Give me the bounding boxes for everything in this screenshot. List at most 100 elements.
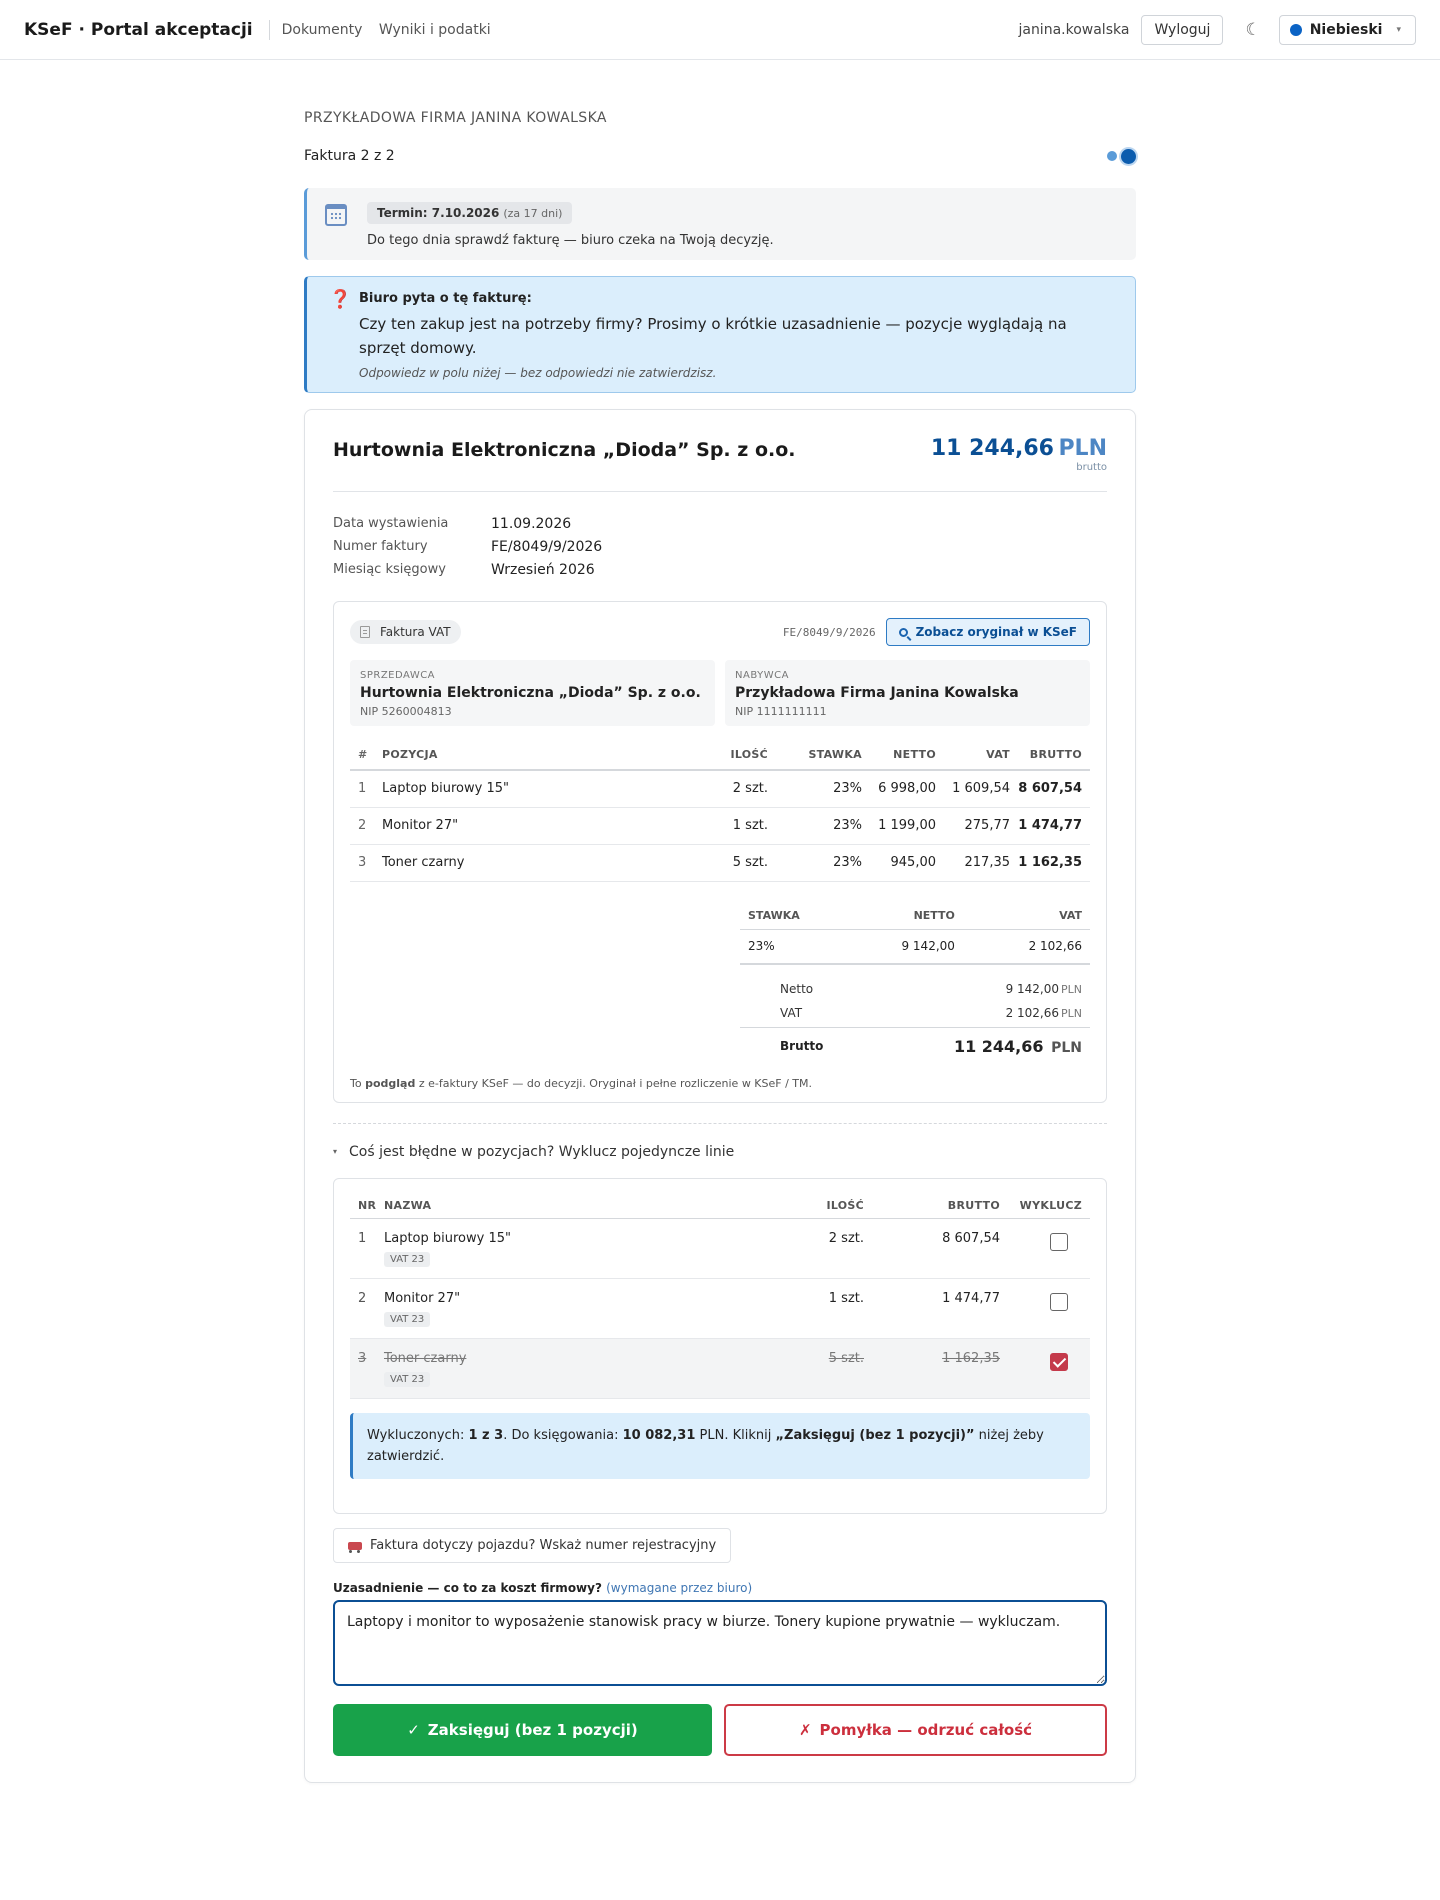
exclude-lines-toggle[interactable]: ▾ Coś jest błędne w pozycjach? Wyklucz p… [333, 1144, 1107, 1160]
table-row: 1 Laptop biurowy 15" 2 szt. 23% 6 998,00… [350, 770, 1090, 808]
view-original-ksef-button[interactable]: Zobacz oryginał w KSeF [885, 618, 1090, 646]
reject-button[interactable]: ✗ Pomyłka — odrzuć całość [724, 1704, 1107, 1756]
app-brand[interactable]: KSeF · Portal akceptacji [24, 19, 270, 40]
main-content: PRZYKŁADOWA FIRMA JANINA KOWALSKA Faktur… [304, 60, 1136, 1783]
office-question: ❓ Biuro pyta o tę fakturę: Czy ten zakup… [304, 276, 1136, 393]
amount-label: brutto [1076, 462, 1107, 473]
pager-dot-2-active[interactable] [1121, 148, 1136, 164]
meta-value: Wrzesień 2026 [491, 561, 595, 578]
invoice-counter: Faktura 2 z 2 [304, 148, 395, 164]
pager-dot-1[interactable] [1107, 151, 1117, 161]
question-mark-icon: ❓ [329, 289, 352, 310]
cross-icon: ✗ [798, 1721, 812, 1739]
exclude-checkbox[interactable] [1050, 1293, 1068, 1311]
cell-net: 1 199,00 [862, 807, 936, 845]
cell-name: Monitor 27" [382, 807, 698, 845]
logout-button[interactable]: Wyloguj [1141, 14, 1224, 45]
cell-vat: 275,77 [936, 807, 1010, 845]
invoice-meta: Data wystawienia 11.09.2026 Numer faktur… [333, 512, 1107, 581]
cell-vat: 1 609,54 [936, 770, 1010, 808]
cell-rate: 23% [768, 844, 862, 882]
cell-qty: 5 szt. [698, 844, 768, 882]
exclude-checkbox-checked[interactable] [1050, 1353, 1068, 1371]
exclusion-summary: Wykluczonych: 1 z 3. Do księgowania: 10 … [350, 1413, 1090, 1479]
cell-name: Toner czarny [384, 1351, 467, 1366]
amount-currency: PLN [1058, 436, 1107, 461]
invoice-card: Hurtownia Elektroniczna „Dioda” Sp. z o.… [304, 409, 1136, 1783]
truck-icon [348, 1541, 362, 1553]
total-netto: Netto 9 142,00 PLN [780, 981, 1082, 996]
cell-name: Laptop biurowy 15" [384, 1231, 511, 1246]
calendar-icon [325, 204, 347, 226]
seller-title: Hurtownia Elektroniczna „Dioda” Sp. z o.… [333, 439, 796, 461]
username: janina.kowalska [1018, 21, 1130, 38]
cell-vat: 217,35 [936, 844, 1010, 882]
cell-net: 9 142,00 [842, 929, 985, 965]
table-row: 1 Laptop biurowy 15" VAT 23 2 szt. 8 607,… [350, 1218, 1090, 1279]
col-header: BRUTTO [864, 1192, 1000, 1219]
vat-pill: VAT 23 [384, 1312, 431, 1327]
cell-gross: 1 474,77 [864, 1278, 1000, 1339]
nav-dokumenty[interactable]: Dokumenty [282, 22, 363, 38]
main-nav: Dokumenty Wyniki i podatki [270, 22, 491, 38]
invoice-items-table: # POZYCJA ILOŚĆ STAWKA NETTO VAT BRUTTO … [350, 740, 1090, 882]
table-row: 2 Monitor 27" 1 szt. 23% 1 199,00 275,77… [350, 807, 1090, 845]
cell-name: Toner czarny [382, 844, 698, 882]
meta-row: Miesiąc księgowy Wrzesień 2026 [333, 558, 1107, 581]
meta-label: Data wystawienia [333, 516, 449, 531]
exclude-lines-panel: NR NAZWA ILOŚĆ BRUTTO WYKLUCZ 1 Laptop b… [333, 1177, 1107, 1514]
justification-textarea[interactable]: Laptopy i monitor to wyposażenie stanowi… [333, 1600, 1107, 1686]
preview-invoice-number: FE/8049/9/2026 [782, 625, 876, 639]
dark-mode-moon-icon[interactable]: ☾ [1245, 20, 1260, 40]
invoice-header: Hurtownia Elektroniczna „Dioda” Sp. z o.… [333, 436, 1107, 492]
company-name: PRZYKŁADOWA FIRMA JANINA KOWALSKA [304, 110, 607, 126]
total-brutto: Brutto 11 244,66 PLN [740, 1026, 1090, 1065]
cell-nr: 3 [350, 1338, 384, 1399]
document-icon [360, 626, 370, 638]
cell-gross: 1 162,35 [864, 1338, 1000, 1399]
theme-select-label: Niebieski [1309, 21, 1383, 38]
accept-button[interactable]: ✓ Zaksięguj (bez 1 pozycji) [333, 1704, 712, 1756]
search-icon [898, 627, 908, 637]
deadline-notice: Termin: 7.10.2026 (za 17 dni) Do tego dni… [304, 188, 1136, 260]
cell-rate: 23% [768, 770, 862, 808]
invoice-pager [1107, 148, 1136, 164]
meta-row: Data wystawienia 11.09.2026 [333, 512, 1107, 535]
col-header: VAT [984, 901, 1090, 930]
meta-value: FE/8049/9/2026 [491, 538, 603, 555]
meta-row: Numer faktury FE/8049/9/2026 [333, 535, 1107, 558]
col-header: NR [350, 1192, 384, 1219]
theme-color-dot-icon [1289, 23, 1302, 36]
parties: SPRZEDAWCA Hurtownia Elektroniczna „Diod… [350, 660, 1090, 726]
cell-nr: 3 [350, 844, 382, 882]
vehicle-registration-button[interactable]: Faktura dotyczy pojazdu? Wskaż numer rej… [333, 1528, 732, 1563]
vat-summary-table: STAWKA NETTO VAT 23% 9 142,00 2 102,66 [740, 901, 1090, 965]
checkmark-icon: ✓ [407, 1721, 420, 1739]
cell-qty: 2 szt. [698, 770, 768, 808]
exclude-checkbox[interactable] [1050, 1233, 1068, 1251]
cell-name: Laptop biurowy 15" [382, 770, 698, 808]
col-header: # [350, 740, 382, 771]
preview-note: To podgląd z e-faktury KSeF — do decyzji… [350, 1076, 813, 1090]
cell-gross: 8 607,54 [1010, 770, 1090, 808]
col-header: VAT [936, 740, 1010, 771]
meta-label: Miesiąc księgowy [333, 562, 446, 577]
exclude-lines-table: NR NAZWA ILOŚĆ BRUTTO WYKLUCZ 1 Laptop b… [350, 1192, 1090, 1399]
cell-rate: 23% [740, 929, 843, 965]
buyer-label: NABYWCA [735, 670, 789, 681]
theme-select[interactable]: Niebieski ▾ [1278, 14, 1416, 45]
chevron-down-icon: ▾ [1396, 24, 1401, 35]
top-navbar: KSeF · Portal akceptacji Dokumenty Wynik… [0, 0, 1440, 60]
cell-qty: 5 szt. [774, 1338, 864, 1399]
col-header: NETTO [862, 740, 936, 771]
col-header: BRUTTO [1010, 740, 1090, 771]
question-text: Czy ten zakup jest na potrzeby firmy? Pr… [359, 315, 1067, 357]
amount-value: 11 244,66 [930, 436, 1054, 461]
buyer-nip: NIP 1111111111 [735, 705, 827, 718]
question-title: Biuro pyta o tę fakturę: [359, 291, 532, 306]
nav-wyniki-i-podatki[interactable]: Wyniki i podatki [379, 22, 491, 38]
cell-gross: 1 162,35 [1010, 844, 1090, 882]
col-header: NAZWA [384, 1192, 774, 1219]
col-header: NETTO [842, 901, 985, 930]
seller-name: Hurtownia Elektroniczna „Dioda” Sp. z o.… [360, 685, 701, 701]
